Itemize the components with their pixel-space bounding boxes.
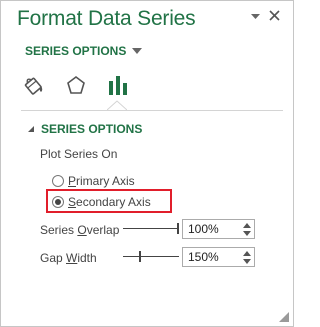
primary-axis-radio[interactable]: Primary Axis — [52, 174, 135, 188]
pane-title: Format Data Series — [17, 7, 196, 30]
pentagon-icon — [67, 76, 85, 94]
task-pane-options-button[interactable] — [247, 9, 263, 25]
tab-series-options[interactable] — [105, 73, 131, 97]
highlight-annotation-box — [46, 189, 172, 213]
gap-width-slider[interactable] — [123, 250, 179, 264]
spin-arrows[interactable] — [240, 220, 254, 238]
spin-down-icon[interactable] — [243, 230, 251, 236]
tab-divider — [21, 110, 283, 111]
gap-width-value[interactable]: 150% — [183, 250, 240, 264]
series-overlap-label: Series Overlap — [40, 223, 120, 237]
chevron-down-icon — [250, 14, 260, 19]
format-data-series-pane: Format Data Series SERIES OPTIONS SERIES… — [0, 0, 294, 327]
resize-grip-icon[interactable] — [279, 312, 289, 322]
primary-axis-label: Primary Axis — [68, 174, 135, 188]
close-button[interactable] — [265, 5, 283, 25]
series-options-dropdown-label: SERIES OPTIONS — [25, 44, 127, 58]
spin-up-icon[interactable] — [243, 222, 251, 228]
spin-down-icon[interactable] — [243, 258, 251, 264]
bar-chart-icon — [109, 76, 127, 95]
close-icon — [268, 9, 280, 21]
chevron-down-icon — [132, 48, 143, 54]
series-overlap-slider[interactable] — [123, 222, 179, 236]
radio-button[interactable] — [52, 175, 64, 187]
tab-effects[interactable] — [63, 73, 89, 97]
slider-thumb[interactable] — [177, 223, 179, 234]
series-overlap-spinbox[interactable]: 100% — [182, 219, 255, 239]
slider-track — [123, 256, 179, 257]
slider-thumb[interactable] — [139, 251, 141, 262]
collapse-triangle-icon — [28, 126, 34, 132]
series-options-section-header[interactable]: SERIES OPTIONS — [27, 122, 142, 136]
spin-arrows[interactable] — [240, 248, 254, 266]
series-options-dropdown[interactable]: SERIES OPTIONS — [25, 43, 143, 59]
paint-bucket-icon — [24, 77, 43, 95]
plot-series-on-label: Plot Series On — [40, 147, 118, 161]
section-title: SERIES OPTIONS — [41, 122, 143, 136]
tab-fill-line[interactable] — [21, 73, 47, 97]
spin-up-icon[interactable] — [243, 250, 251, 256]
gap-width-spinbox[interactable]: 150% — [182, 247, 255, 267]
series-overlap-value[interactable]: 100% — [183, 222, 240, 236]
slider-track — [123, 228, 179, 229]
gap-width-label: Gap Width — [40, 251, 97, 265]
